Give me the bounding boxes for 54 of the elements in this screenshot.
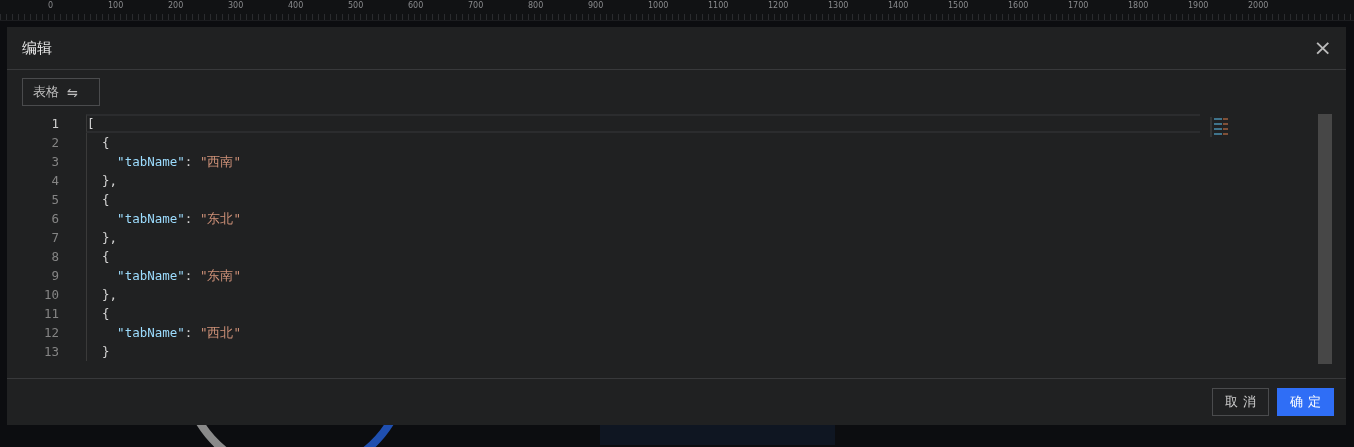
ruler-label: 1200 [767, 0, 790, 12]
line-number: 8 [50, 248, 60, 266]
ruler-label: 1800 [1127, 0, 1150, 12]
code-line: } [86, 342, 1200, 361]
code-line: "tabName": "东北" [86, 209, 1200, 228]
ruler-label: 1300 [827, 0, 850, 12]
ruler-label: 1900 [1187, 0, 1210, 12]
code-line: [ [86, 114, 1200, 133]
line-number: 2 [50, 134, 60, 152]
table-toggle-button[interactable]: 表格 ⇋ [22, 78, 100, 106]
code-line: }, [86, 228, 1200, 247]
code-line: { [86, 190, 1200, 209]
code-line: { [86, 133, 1200, 152]
code-line: "tabName": "西北" [86, 323, 1200, 342]
ruler-label: 1100 [707, 0, 730, 12]
line-number: 5 [50, 191, 60, 209]
line-number: 6 [50, 210, 60, 228]
code-line: }, [86, 285, 1200, 304]
ruler-label: 0 [47, 0, 55, 12]
ruler-label: 200 [167, 0, 185, 12]
ruler-label: 700 [467, 0, 485, 12]
ruler-label: 300 [227, 0, 245, 12]
line-number: 13 [42, 343, 60, 361]
ruler-label: 1600 [1007, 0, 1030, 12]
ruler-label: 2000 [1247, 0, 1270, 12]
code-line: "tabName": "西南" [86, 152, 1200, 171]
ruler-label: 900 [587, 0, 605, 12]
close-button[interactable]: × [1309, 37, 1336, 59]
ruler-label: 800 [527, 0, 545, 12]
minimap-drawing [1210, 116, 1230, 138]
ruler-label: 1500 [947, 0, 970, 12]
line-number: 10 [42, 286, 60, 304]
code-line: { [86, 304, 1200, 323]
ruler-label: 500 [347, 0, 365, 12]
ruler-label: 1700 [1067, 0, 1090, 12]
ruler-label: 1400 [887, 0, 910, 12]
code-line: "tabName": "东南" [86, 266, 1200, 285]
line-number: 7 [50, 229, 60, 247]
line-number: 12 [42, 324, 60, 342]
line-number: 1 [50, 115, 60, 133]
code-line: { [86, 247, 1200, 266]
line-number: 11 [42, 305, 60, 323]
ruler-label: 1000 [647, 0, 670, 12]
line-number: 4 [50, 172, 60, 190]
confirm-button[interactable]: 确 定 [1277, 388, 1334, 416]
line-number: 3 [50, 153, 60, 171]
ruler-label: 400 [287, 0, 305, 12]
dialog-title: 编辑 [22, 38, 52, 58]
ruler-label: 100 [107, 0, 125, 12]
scrollbar-thumb[interactable] [1318, 114, 1332, 364]
ruler-label: 600 [407, 0, 425, 12]
cancel-button[interactable]: 取 消 [1212, 388, 1269, 416]
line-number: 9 [50, 267, 60, 285]
code-line: }, [86, 171, 1200, 190]
